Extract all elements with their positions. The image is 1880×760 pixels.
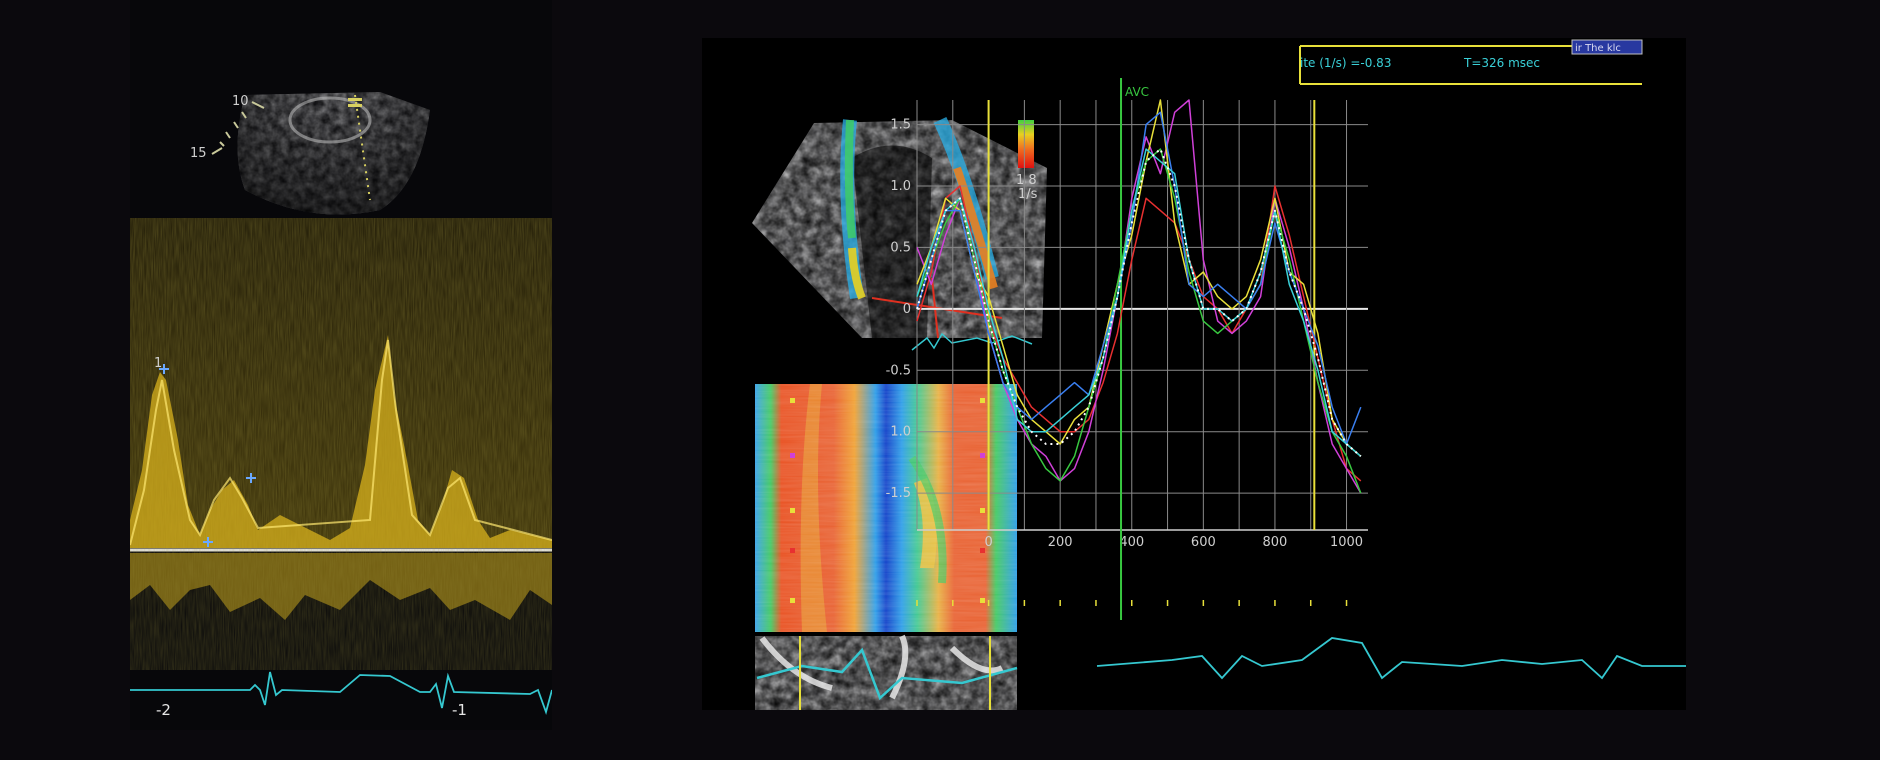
avc-label: AVC <box>1125 85 1149 99</box>
doppler-image: 10 15 1 -2 -1 <box>130 92 552 730</box>
y-tick-label: 1.0 <box>890 425 911 440</box>
y-tick-label: 0 <box>903 302 911 317</box>
x-tick-label: 600 <box>1191 535 1216 550</box>
header-button-label: ir The klc <box>1575 43 1621 54</box>
apical-echo-view: 1 8 1/s <box>752 117 1047 351</box>
colorbar-unit: 1/s <box>1018 187 1038 202</box>
y-tick-label: -0.5 <box>886 363 911 378</box>
strain-panel: 1 8 1/s ite (1/s) =-0.83 T=326 msec ir T… <box>702 38 1686 710</box>
depth-label-10: 10 <box>232 94 249 109</box>
doppler-spectrum <box>130 218 552 678</box>
plot-header: ite (1/s) =-0.83 T=326 msec ir The klc <box>1299 39 1643 85</box>
y-tick-label: 0.5 <box>890 240 911 255</box>
depth-label-15: 15 <box>190 146 207 161</box>
x-tick-label: 200 <box>1048 535 1073 550</box>
time-label-minus-1: -1 <box>452 701 467 719</box>
x-tick-label: 400 <box>1119 535 1144 550</box>
curved-m-mode <box>755 384 1017 632</box>
y-tick-label: 1.5 <box>890 118 911 133</box>
x-tick-label: 0 <box>984 535 992 550</box>
colorbar <box>1018 120 1034 168</box>
tissue-thumbnail <box>755 634 1018 710</box>
x-tick-label: 800 <box>1263 535 1288 550</box>
strain-rate-readout: ite (1/s) =-0.83 <box>1300 56 1391 70</box>
strain-image: 1 8 1/s ite (1/s) =-0.83 T=326 msec ir T… <box>752 39 1686 710</box>
x-tick-label: 1000 <box>1330 535 1363 550</box>
time-readout: T=326 msec <box>1463 56 1540 70</box>
strain-ecg-trace <box>1096 637 1686 680</box>
y-tick-label: -1.5 <box>886 486 911 501</box>
time-label-minus-2: -2 <box>156 701 171 719</box>
marker-label: 1 <box>154 356 162 371</box>
echo-thumbnail <box>237 92 430 215</box>
doppler-panel: 10 15 1 -2 -1 <box>130 0 552 730</box>
y-tick-label: 1.0 <box>890 179 911 194</box>
